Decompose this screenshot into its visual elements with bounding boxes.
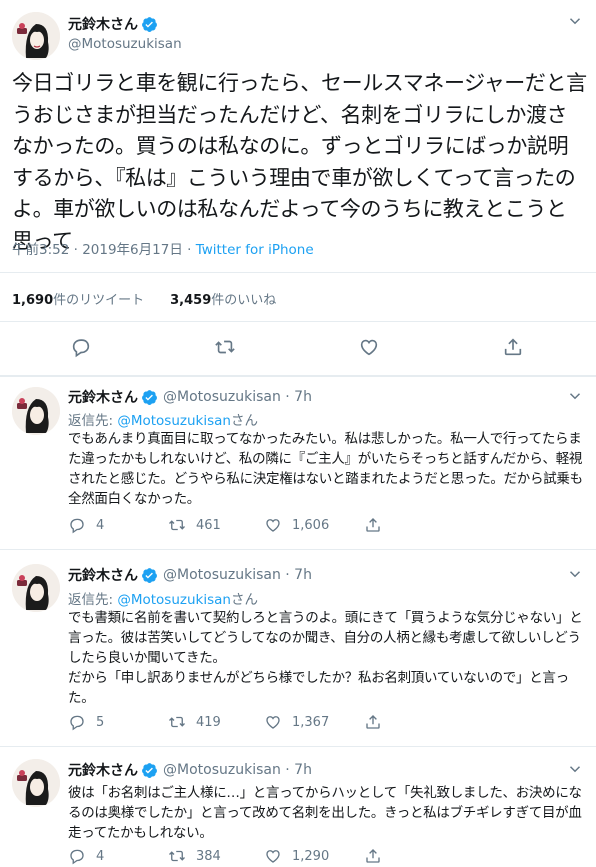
share-icon [366, 715, 380, 729]
reply-header: 元鈴木さん @Motosuzukisan · 7h [68, 387, 312, 407]
like-icon [266, 716, 280, 729]
reply-actions: 5 419 1,367 [68, 712, 392, 732]
retweets-count[interactable]: 1,690件のリツイート [12, 289, 144, 308]
reply-actions: 4 461 1,606 [68, 515, 392, 535]
author-name[interactable]: 元鈴木さん [68, 14, 138, 34]
author-handle-time[interactable]: @Motosuzukisan · 7h [163, 389, 312, 405]
tweet-timestamp[interactable]: 午前3:52 · 2019年6月17日 · [12, 242, 196, 258]
reply-tweet[interactable]: 元鈴木さん @Motosuzukisan · 7h 彼は「お名刺はご主人様に…」… [0, 747, 596, 867]
main-tweet: 元鈴木さん @Motosuzukisan 今日ゴリラと車を観に行ったら、セールス… [0, 0, 596, 375]
divider [0, 321, 596, 322]
retweet-count[interactable]: 384 [168, 847, 264, 865]
avatar-illustration [12, 564, 60, 612]
verified-badge-icon [141, 389, 158, 406]
reply-actions: 4 384 1,290 [68, 846, 392, 866]
share-button[interactable] [364, 847, 392, 865]
likes-count[interactable]: 3,459件のいいね [170, 289, 276, 308]
avatar-illustration [12, 12, 60, 60]
avatar[interactable] [12, 12, 60, 60]
avatar-illustration [12, 387, 60, 435]
reply-count[interactable]: 4 [68, 847, 168, 865]
reply-tweet[interactable]: 元鈴木さん @Motosuzukisan · 7h 返信先: @Motosuzu… [0, 377, 596, 549]
reply-text: 彼は「お名刺はご主人様に…」と言ってからハッとして「失礼致しました、お決めになる… [68, 785, 582, 841]
reply-count[interactable]: 4 [68, 516, 168, 534]
reply-icon [70, 849, 84, 865]
like-icon [266, 519, 280, 532]
retweet-icon [169, 716, 185, 728]
verified-badge-icon [141, 16, 158, 33]
author-name[interactable]: 元鈴木さん [68, 760, 138, 780]
avatar[interactable] [12, 759, 60, 807]
like-count[interactable]: 1,606 [264, 516, 364, 534]
share-button[interactable] [364, 713, 392, 731]
share-button[interactable] [364, 516, 392, 534]
chevron-down-icon[interactable] [566, 565, 584, 583]
author-name[interactable]: 元鈴木さん [68, 565, 138, 585]
reply-header: 元鈴木さん @Motosuzukisan · 7h [68, 760, 312, 780]
mention-link[interactable]: @Motosuzukisan [117, 592, 231, 608]
tweet-meta: 午前3:52 · 2019年6月17日 · Twitter for iPhone [12, 238, 314, 258]
share-icon [366, 849, 380, 863]
retweet-icon [169, 519, 185, 531]
author-name[interactable]: 元鈴木さん [68, 387, 138, 407]
replying-to: 返信先: @Motosuzukisanさん [68, 413, 258, 429]
chevron-down-icon[interactable] [566, 760, 584, 778]
retweet-icon[interactable] [214, 336, 236, 358]
divider [0, 272, 596, 273]
like-count[interactable]: 1,367 [264, 713, 364, 731]
author-handle-time[interactable]: @Motosuzukisan · 7h [163, 567, 312, 583]
like-icon[interactable] [358, 336, 380, 358]
avatar[interactable] [12, 387, 60, 435]
replying-to: 返信先: @Motosuzukisanさん [68, 592, 258, 608]
like-icon [266, 850, 280, 863]
avatar-illustration [12, 759, 60, 807]
author-handle[interactable]: @Motosuzukisan [68, 36, 182, 52]
reply-text: でも書類に名前を書いて契約しろと言うのよ。頭にきて「買うような気分じゃない」と言… [68, 610, 583, 706]
engagement-counts: 1,690件のリツイート 3,459件のいいね [12, 289, 302, 308]
retweet-count[interactable]: 461 [168, 516, 264, 534]
reply-text: でもあんまり真面目に取ってなかったみたい。私は悲しかった。私一人で行ってたらまた… [68, 431, 583, 507]
chevron-down-icon[interactable] [566, 12, 584, 30]
retweet-icon [169, 850, 185, 862]
chevron-down-icon[interactable] [566, 387, 584, 405]
like-count[interactable]: 1,290 [264, 847, 364, 865]
tweet-actions [0, 336, 596, 360]
verified-badge-icon [141, 762, 158, 779]
reply-icon [70, 715, 84, 731]
avatar[interactable] [12, 564, 60, 612]
author-row: 元鈴木さん [68, 14, 158, 34]
reply-tweet[interactable]: 元鈴木さん @Motosuzukisan · 7h 返信先: @Motosuzu… [0, 550, 596, 750]
retweet-count[interactable]: 419 [168, 713, 264, 731]
reply-count[interactable]: 5 [68, 713, 168, 731]
reply-icon[interactable] [70, 336, 92, 358]
tweet-source-link[interactable]: Twitter for iPhone [196, 242, 314, 258]
mention-link[interactable]: @Motosuzukisan [117, 413, 231, 429]
share-icon [366, 518, 380, 532]
reply-header: 元鈴木さん @Motosuzukisan · 7h [68, 565, 312, 585]
author-handle-time[interactable]: @Motosuzukisan · 7h [163, 762, 312, 778]
verified-badge-icon [141, 567, 158, 584]
tweet-text: 今日ゴリラと車を観に行ったら、セールスマネージャーだと言うおじさまが担当だったん… [12, 71, 587, 253]
reply-icon [70, 518, 84, 534]
share-icon[interactable] [502, 336, 524, 358]
